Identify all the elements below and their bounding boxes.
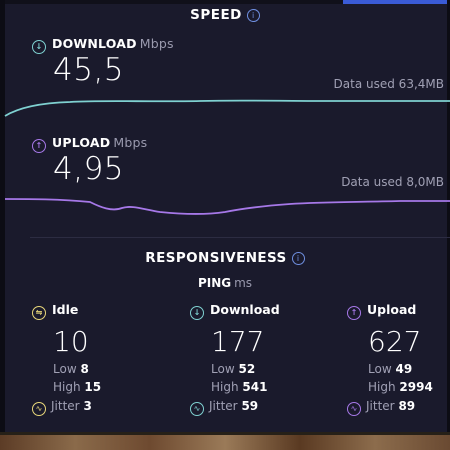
- download-jitter-icon: ∿: [190, 402, 204, 416]
- upload-jitter-row: ∿ Jitter 89: [347, 399, 450, 416]
- download-high-value: 541: [242, 380, 268, 394]
- upload-unit: Mbps: [113, 135, 148, 150]
- download-jitter-row: ∿ Jitter 59: [190, 399, 300, 416]
- upload-jitter-icon: ∿: [347, 402, 361, 416]
- upload-ping-value: 627: [368, 325, 422, 358]
- idle-high-value: 15: [84, 380, 102, 394]
- upload-high-value: 2994: [399, 380, 433, 394]
- responsiveness-info-icon[interactable]: i: [291, 252, 305, 265]
- speed-info-icon[interactable]: i: [246, 9, 260, 22]
- upload-data-used: Data used 8,0MB: [341, 175, 444, 189]
- download-unit: Mbps: [139, 36, 174, 51]
- download-ping-label: Download: [210, 302, 280, 317]
- upload-speed-graph: [4, 198, 450, 215]
- idle-high-label: High: [53, 380, 81, 394]
- upload-ping-column: ↑ Upload 627 Low 49 High 2994 ∿ Jitter 89: [347, 302, 450, 416]
- speed-header: SPEED i: [0, 7, 450, 23]
- upload-ping-label: Upload: [367, 302, 417, 317]
- idle-jitter-value: 3: [83, 399, 92, 413]
- download-ping-icon: ↓: [190, 306, 204, 320]
- idle-jitter-label: Jitter: [51, 399, 80, 413]
- upload-label: UPLOAD: [52, 135, 111, 150]
- download-low-label: Low: [211, 362, 235, 376]
- download-low-value: 52: [238, 362, 256, 376]
- idle-low-label: Low: [53, 362, 77, 376]
- idle-label: Idle: [52, 302, 79, 317]
- upload-speed-line: [4, 198, 450, 215]
- download-speed-graph: [4, 99, 450, 117]
- upload-speed-value: 4,95: [53, 151, 125, 187]
- idle-high-row: High 15: [53, 380, 142, 394]
- upload-jitter-label: Jitter: [366, 399, 395, 413]
- idle-jitter-icon: ∿: [32, 402, 46, 416]
- top-strip: [0, 0, 450, 4]
- idle-jitter-row: ∿ Jitter 3: [32, 399, 142, 416]
- upload-low-value: 49: [395, 362, 413, 376]
- idle-low-row: Low 8: [53, 362, 142, 376]
- download-ping-header: ↓ Download: [190, 302, 300, 320]
- upload-high-label: High: [368, 380, 396, 394]
- background-ground-strip: [0, 432, 450, 450]
- responsiveness-header: RESPONSIVENESS i: [0, 250, 450, 266]
- download-high-label: High: [211, 380, 239, 394]
- download-arrow-icon: ↓: [32, 40, 46, 54]
- download-label: DOWNLOAD: [52, 36, 137, 51]
- upload-ping-header: ↑ Upload: [347, 302, 450, 320]
- download-high-row: High 541: [211, 380, 300, 394]
- ping-label: PING: [197, 276, 232, 290]
- idle-column: ⇋ Idle 10 Low 8 High 15 ∿ Jitter 3: [32, 302, 142, 416]
- ping-header: PING ms: [0, 276, 450, 290]
- top-accent-bar: [343, 0, 450, 4]
- upload-high-row: High 2994: [368, 380, 450, 394]
- ping-unit: ms: [234, 276, 253, 290]
- section-divider: [30, 237, 450, 238]
- idle-low-value: 8: [80, 362, 89, 376]
- upload-low-row: Low 49: [368, 362, 450, 376]
- upload-jitter-value: 89: [398, 399, 416, 413]
- download-data-used: Data used 63,4MB: [333, 77, 444, 91]
- upload-low-label: Low: [368, 362, 392, 376]
- idle-icon: ⇋: [32, 306, 46, 320]
- idle-ping-value: 10: [53, 325, 89, 358]
- download-low-row: Low 52: [211, 362, 300, 376]
- download-jitter-value: 59: [241, 399, 259, 413]
- speed-title: SPEED: [190, 7, 242, 23]
- download-ping-column: ↓ Download 177 Low 52 High 541 ∿ Jitter 59: [190, 302, 300, 416]
- upload-arrow-icon: ↑: [32, 139, 46, 153]
- download-speed-value: 45,5: [53, 52, 125, 88]
- download-speed-line: [4, 99, 450, 117]
- responsiveness-title: RESPONSIVENESS: [145, 250, 287, 266]
- idle-header: ⇋ Idle: [32, 302, 142, 320]
- download-ping-value: 177: [211, 325, 265, 358]
- download-jitter-label: Jitter: [209, 399, 238, 413]
- upload-ping-icon: ↑: [347, 306, 361, 320]
